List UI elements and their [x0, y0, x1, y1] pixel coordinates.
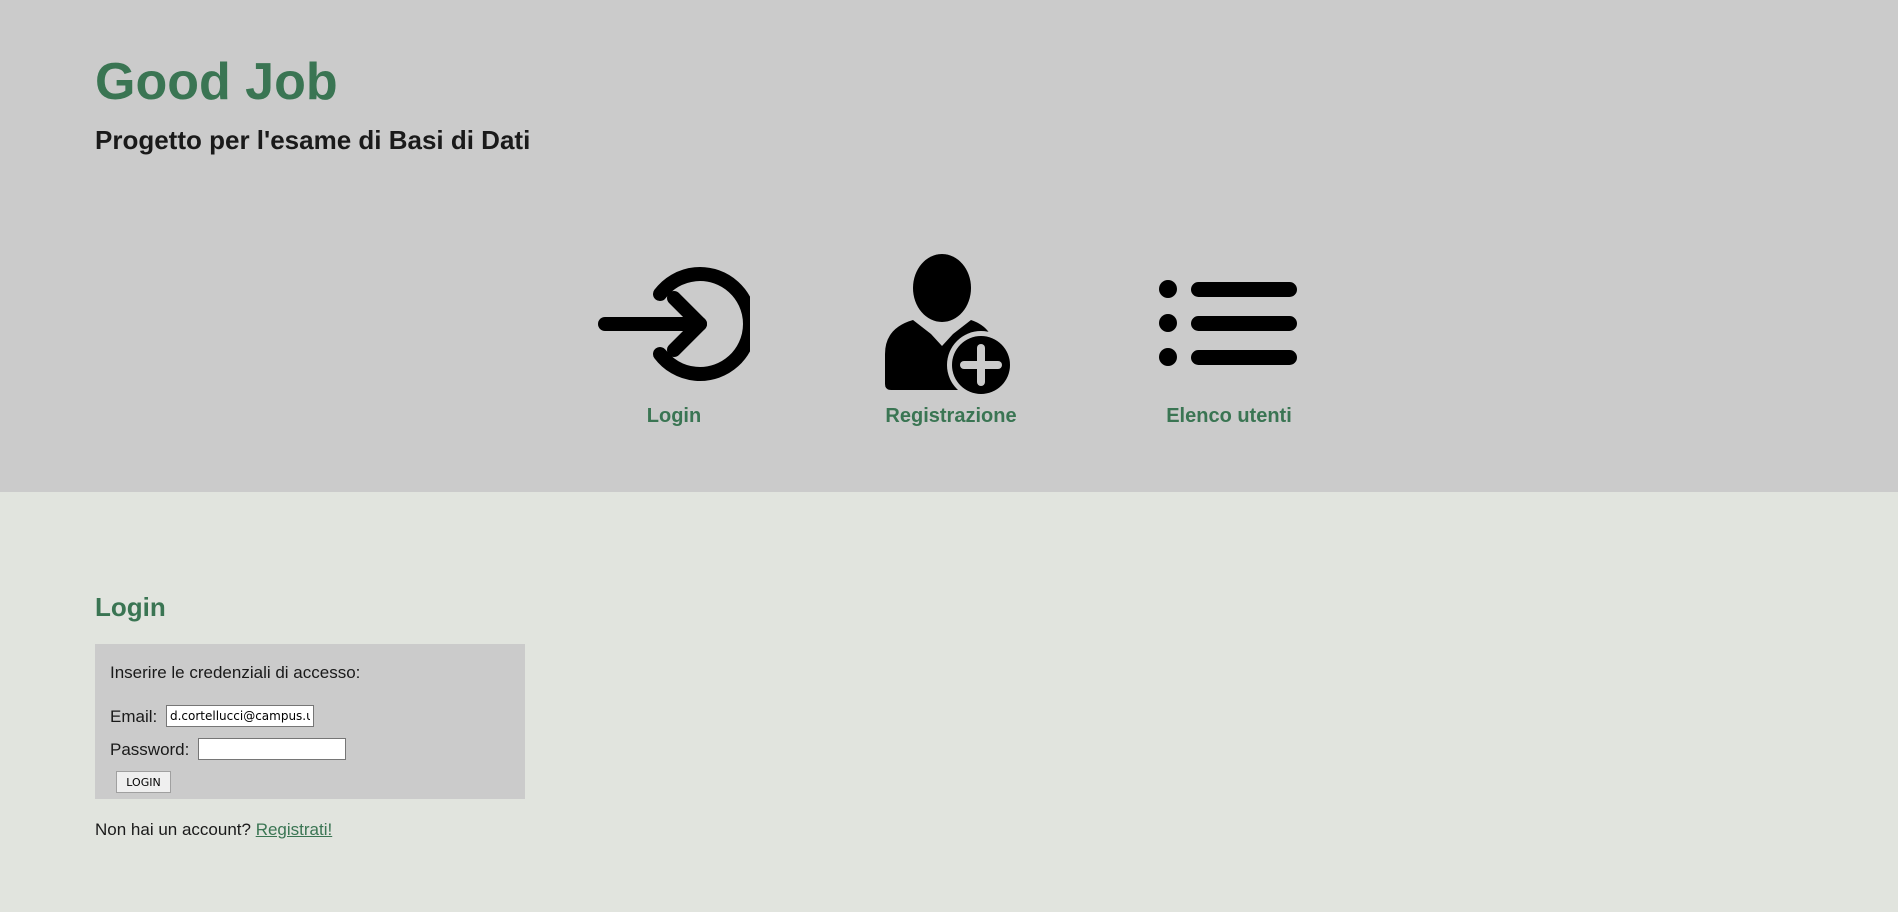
- nav-label-login: Login: [646, 405, 702, 427]
- header: Good Job Progetto per l'esame di Basi di…: [0, 0, 1898, 492]
- list-icon: [1159, 280, 1297, 366]
- site-title: Good Job: [95, 53, 338, 111]
- login-section-title: Login: [95, 592, 166, 622]
- login-intro-text: Inserire le credenziali di accesso:: [110, 663, 361, 682]
- nav-label-registrazione: Registrazione: [885, 405, 1017, 427]
- login-icon: [598, 267, 750, 381]
- signup-prompt: Non hai un account?: [95, 820, 251, 839]
- signup-line: Non hai un account? Registrati!: [95, 820, 332, 840]
- signup-link[interactable]: Registrati!: [256, 820, 333, 839]
- nav-item-elenco-utenti[interactable]: Elenco utenti: [1129, 250, 1329, 430]
- login-form: Inserire le credenziali di accesso: Emai…: [95, 644, 525, 799]
- nav-item-registrazione[interactable]: Registrazione: [851, 250, 1051, 430]
- password-label: Password:: [110, 740, 190, 759]
- email-field[interactable]: [166, 705, 314, 727]
- add-user-icon: [885, 254, 1015, 396]
- nav-item-login[interactable]: Login: [574, 250, 774, 430]
- login-button[interactable]: LOGIN: [116, 771, 171, 793]
- email-label: Email:: [110, 707, 158, 726]
- password-field[interactable]: [198, 738, 346, 760]
- nav-label-elenco-utenti: Elenco utenti: [1166, 405, 1292, 427]
- site-subtitle: Progetto per l'esame di Basi di Dati: [95, 125, 531, 155]
